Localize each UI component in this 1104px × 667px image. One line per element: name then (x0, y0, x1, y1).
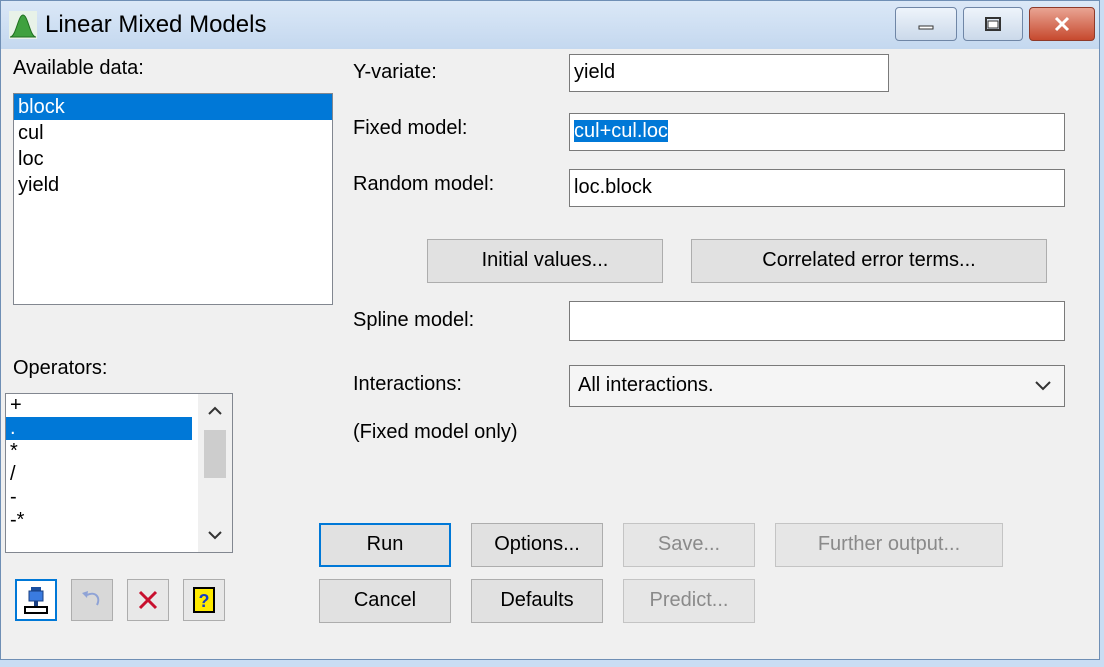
help-icon: ? (193, 587, 215, 613)
random-model-label: Random model: (353, 173, 495, 195)
fixed-model-value: cul+cul.loc (574, 120, 668, 142)
chevron-down-icon (1035, 381, 1051, 391)
chevron-down-icon (208, 531, 222, 540)
operators-label: Operators: (13, 357, 108, 379)
operators-list[interactable]: + . * / - -* (5, 393, 233, 553)
fixed-model-field[interactable]: cul+cul.loc (569, 113, 1065, 151)
interactions-note: (Fixed model only) (353, 421, 518, 443)
list-item[interactable]: / (6, 463, 192, 486)
initial-values-button[interactable]: Initial values... (427, 239, 663, 283)
minimize-button[interactable] (895, 7, 957, 41)
window-title: Linear Mixed Models (45, 11, 267, 38)
available-data-label: Available data: (13, 57, 144, 79)
interactions-select[interactable]: All interactions. (569, 365, 1065, 407)
list-item[interactable]: + (6, 394, 192, 417)
undo-icon (82, 591, 100, 606)
clear-button[interactable] (127, 579, 169, 621)
chevron-up-icon (208, 406, 222, 415)
y-variate-label: Y-variate: (353, 61, 437, 83)
maximize-icon (985, 17, 1001, 31)
title-bar[interactable]: Linear Mixed Models (1, 1, 1099, 49)
y-variate-field[interactable]: yield (569, 54, 889, 92)
scrollbar-thumb[interactable] (204, 430, 226, 478)
pin-icon (24, 587, 48, 614)
list-item[interactable]: yield (14, 172, 332, 198)
predict-button[interactable]: Predict... (623, 579, 755, 623)
minimize-icon (918, 25, 934, 30)
undo-button[interactable] (71, 579, 113, 621)
red-x-icon (138, 590, 158, 610)
pin-tool-button[interactable] (15, 579, 57, 621)
defaults-button[interactable]: Defaults (471, 579, 603, 623)
list-item[interactable]: -* (6, 509, 192, 532)
scroll-down-button[interactable] (198, 518, 232, 552)
run-button[interactable]: Run (319, 523, 451, 567)
svg-text:?: ? (199, 591, 210, 611)
available-data-list[interactable]: block cul loc yield (13, 93, 333, 305)
list-item[interactable]: loc (14, 146, 332, 172)
list-item[interactable]: block (14, 94, 332, 120)
spline-model-field[interactable] (569, 301, 1065, 341)
interactions-label: Interactions: (353, 373, 462, 395)
interactions-value: All interactions. (578, 374, 714, 396)
operators-scrollbar[interactable] (198, 394, 232, 552)
further-output-button[interactable]: Further output... (775, 523, 1003, 567)
list-item[interactable]: . (6, 417, 192, 440)
cancel-button[interactable]: Cancel (319, 579, 451, 623)
dialog-window: Linear Mixed Models Available data: bloc… (0, 0, 1100, 660)
close-window-button[interactable] (1029, 7, 1095, 41)
list-item[interactable]: * (6, 440, 192, 463)
help-button[interactable]: ? (183, 579, 225, 621)
close-icon (1054, 16, 1070, 32)
bell-curve-app-icon (9, 11, 37, 39)
fixed-model-label: Fixed model: (353, 117, 468, 139)
spline-model-label: Spline model: (353, 309, 475, 331)
scroll-up-button[interactable] (198, 394, 232, 428)
options-button[interactable]: Options... (471, 523, 603, 567)
correlated-error-terms-button[interactable]: Correlated error terms... (691, 239, 1047, 283)
random-model-field[interactable]: loc.block (569, 169, 1065, 207)
maximize-button[interactable] (963, 7, 1023, 41)
list-item[interactable]: cul (14, 120, 332, 146)
list-item[interactable]: - (6, 486, 192, 509)
save-button[interactable]: Save... (623, 523, 755, 567)
